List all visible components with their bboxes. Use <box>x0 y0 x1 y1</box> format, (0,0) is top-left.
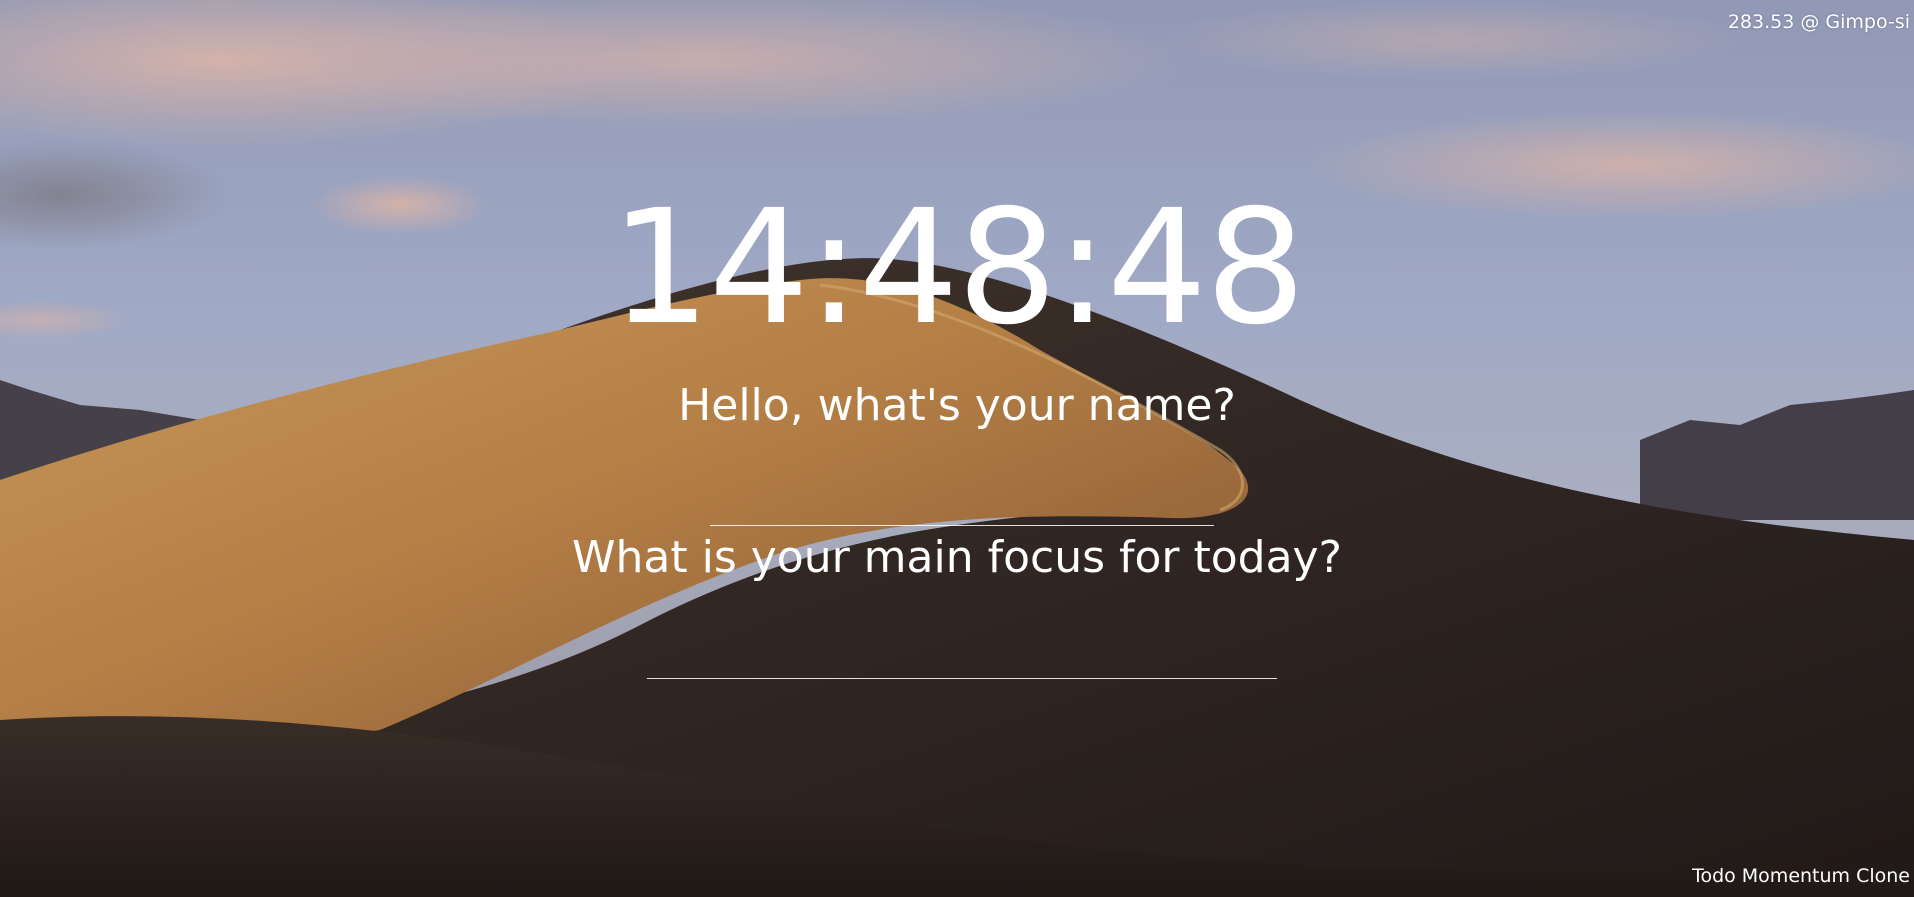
name-input[interactable] <box>710 437 1214 526</box>
clock-time: 14:48:48 <box>610 176 1306 360</box>
focus-question: What is your main focus for today? <box>572 532 1342 583</box>
footer-credit: Todo Momentum Clone <box>1692 865 1910 887</box>
app-root: 283.53 @ Gimpo-si 14:48:48 Hello, what's… <box>0 0 1914 897</box>
greeting-form: Hello, what's your name? <box>0 376 1914 436</box>
focus-input[interactable] <box>647 590 1277 679</box>
greeting-question: Hello, what's your name? <box>678 380 1236 431</box>
weather-location-text: 283.53 @ Gimpo-si <box>1727 11 1910 33</box>
